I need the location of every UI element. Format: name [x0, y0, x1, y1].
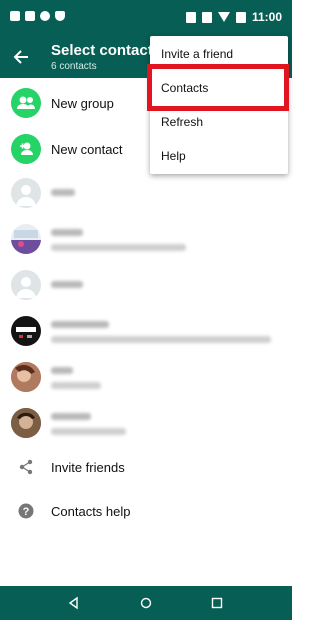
home-nav-icon[interactable] — [137, 594, 155, 612]
contact-name — [51, 229, 83, 236]
share-icon — [19, 459, 33, 475]
new-group-label: New group — [51, 96, 114, 111]
image-notification-icon — [10, 11, 20, 21]
add-contact-icon — [11, 134, 41, 164]
contact-status — [51, 428, 126, 435]
contact-row[interactable] — [0, 308, 292, 354]
contacts-help-label: Contacts help — [51, 504, 131, 519]
svg-text:?: ? — [23, 506, 30, 518]
clock: 11:00 — [251, 10, 282, 24]
navigation-bar — [0, 586, 292, 620]
back-arrow-icon[interactable] — [10, 46, 32, 68]
contact-name — [51, 281, 83, 288]
contact-name — [51, 321, 109, 328]
page-title: Select contact — [51, 42, 153, 59]
contact-status — [51, 336, 271, 343]
avatar — [11, 408, 41, 438]
help-icon: ? — [18, 503, 34, 519]
system-status: 11:00 — [185, 10, 282, 24]
contact-name — [51, 367, 73, 374]
contact-row[interactable] — [0, 216, 292, 262]
avatar — [11, 178, 41, 208]
contact-row[interactable] — [0, 170, 292, 216]
avatar — [11, 224, 41, 254]
contact-name — [51, 189, 75, 196]
avatar — [11, 362, 41, 392]
menu-item-help[interactable]: Help — [150, 139, 288, 173]
invite-friends-label: Invite friends — [51, 460, 125, 475]
nfc-icon — [185, 11, 196, 23]
contact-count: 6 contacts — [51, 61, 97, 72]
contact-row[interactable] — [0, 354, 292, 400]
invite-friends-row[interactable]: Invite friends — [0, 444, 292, 490]
notification-icons — [10, 11, 65, 21]
new-contact-label: New contact — [51, 142, 123, 157]
contact-status — [51, 382, 101, 389]
highlight-box — [147, 64, 289, 111]
vibrate-icon — [201, 11, 212, 23]
app-notification-icon — [40, 11, 50, 21]
wifi-icon — [217, 12, 230, 22]
avatar — [11, 316, 41, 346]
contact-status — [51, 244, 186, 251]
contact-name — [51, 413, 91, 420]
contact-row[interactable] — [0, 262, 292, 308]
status-bar: 11:00 — [0, 0, 292, 36]
avatar — [11, 270, 41, 300]
shield-icon — [55, 11, 65, 21]
group-icon — [11, 88, 41, 118]
contact-row[interactable] — [0, 400, 292, 446]
contacts-help-row[interactable]: ? Contacts help — [0, 488, 292, 534]
message-notification-icon — [25, 11, 35, 21]
recents-nav-icon[interactable] — [208, 594, 226, 612]
back-nav-icon[interactable] — [65, 594, 83, 612]
battery-icon — [235, 11, 246, 23]
